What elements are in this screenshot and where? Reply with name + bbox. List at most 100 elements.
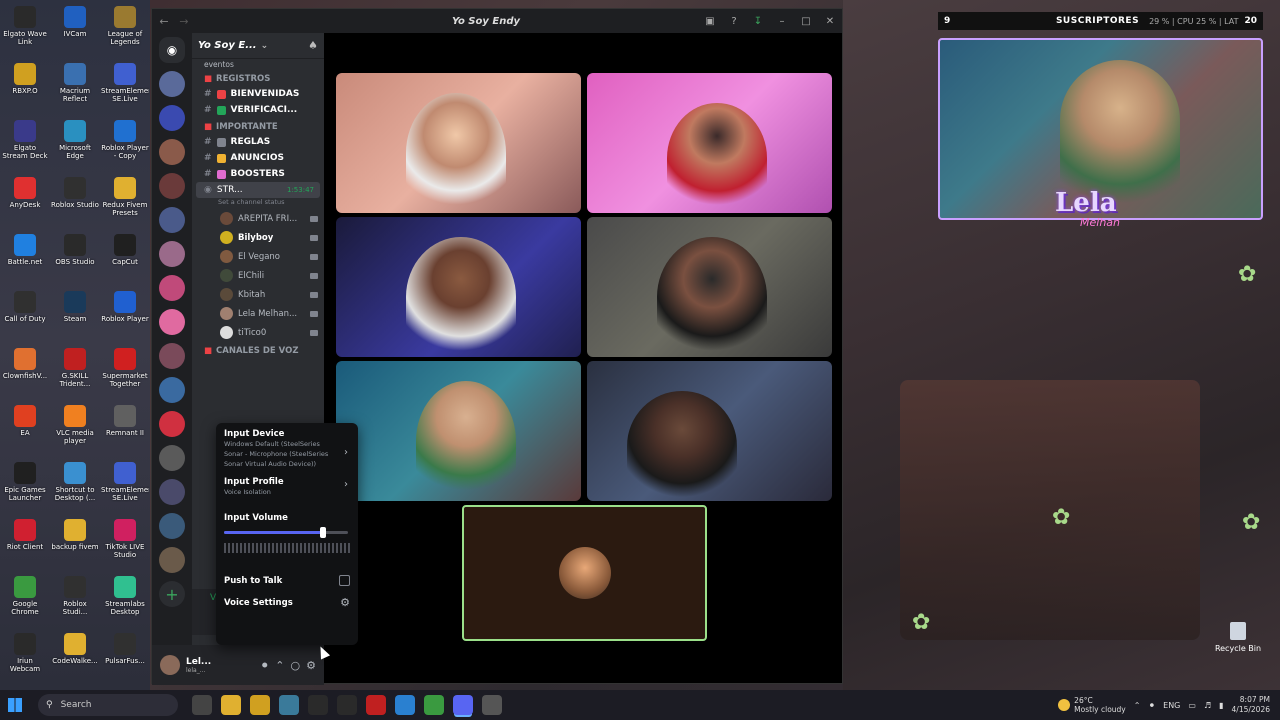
chrome-icon[interactable] xyxy=(424,695,444,715)
desktop-icon[interactable]: Steam xyxy=(50,291,100,348)
server-icon[interactable] xyxy=(159,309,185,335)
server-icon[interactable] xyxy=(159,241,185,267)
channel-item[interactable]: # REGLAS xyxy=(192,134,324,150)
taskbar-search[interactable]: ⚲ Search xyxy=(38,694,178,716)
back-arrow-icon[interactable]: ← xyxy=(152,15,176,28)
desktop-icon[interactable]: Streamlabs Desktop xyxy=(100,576,150,633)
server-icon[interactable] xyxy=(159,71,185,97)
server-icon[interactable] xyxy=(159,479,185,505)
file-explorer-icon[interactable] xyxy=(221,695,241,715)
desktop-icon[interactable]: Remnant II xyxy=(100,405,150,462)
task-view-icon[interactable] xyxy=(192,695,212,715)
desktop-icon[interactable]: Roblox Player xyxy=(100,291,150,348)
voice-settings-row[interactable]: Voice Settings ⚙ xyxy=(224,596,350,609)
start-button[interactable] xyxy=(0,690,30,720)
desktop-icon[interactable]: VLC media player xyxy=(50,405,100,462)
video-tile[interactable] xyxy=(336,361,581,501)
desktop-icon[interactable]: Battle.net xyxy=(0,234,50,291)
desktop-icon[interactable]: Shortcut to Desktop (... xyxy=(50,462,100,519)
desktop-icon[interactable]: Riot Client xyxy=(0,519,50,576)
chevron-up-icon[interactable]: ⌃ xyxy=(1134,701,1141,710)
video-tile[interactable] xyxy=(587,361,832,501)
voice-member[interactable]: tiTico0 xyxy=(192,323,324,342)
server-icon[interactable] xyxy=(159,445,185,471)
desktop-icon[interactable]: Supermarket Together xyxy=(100,348,150,405)
voice-member[interactable]: Kbitah xyxy=(192,285,324,304)
video-tile[interactable] xyxy=(587,73,832,213)
input-volume-slider[interactable] xyxy=(224,527,350,538)
category-importante[interactable]: ■ IMPORTANTE xyxy=(192,118,324,134)
channel-item-active-stage[interactable]: ◉ STR... 1:53:47 xyxy=(196,182,320,198)
category-canales-de-voz[interactable]: ■ CANALES DE VOZ xyxy=(192,342,324,358)
desktop-icon[interactable]: EA xyxy=(0,405,50,462)
desktop-icon[interactable]: ClownfishV... xyxy=(0,348,50,405)
microphone-icon[interactable]: ⚫ xyxy=(260,659,269,672)
channel-item-eventos[interactable]: eventos xyxy=(192,59,324,70)
inbox-icon[interactable]: ▣ xyxy=(698,16,722,27)
desktop-icon[interactable]: backup fivem xyxy=(50,519,100,576)
server-icon[interactable] xyxy=(159,343,185,369)
voice-member[interactable]: Bilyboy xyxy=(192,228,324,247)
server-header[interactable]: Yo Soy E... ⌄ ♠ xyxy=(192,33,324,59)
download-icon[interactable]: ↧ xyxy=(746,16,770,27)
taskbar-app-icon[interactable] xyxy=(482,695,502,715)
channel-item[interactable]: # BIENVENIDAS xyxy=(192,86,324,102)
network-icon[interactable]: ▭ xyxy=(1188,701,1196,710)
forward-arrow-icon[interactable]: → xyxy=(176,15,192,28)
close-icon[interactable]: ✕ xyxy=(818,16,842,27)
server-icon[interactable] xyxy=(159,139,185,165)
desktop-icon[interactable]: TikTok LIVE Studio xyxy=(100,519,150,576)
chevron-up-icon[interactable]: ⌃ xyxy=(275,659,284,672)
server-icon[interactable] xyxy=(159,377,185,403)
voice-member[interactable]: Lela Melhan... xyxy=(192,304,324,323)
desktop-icon[interactable]: PulsarFus... xyxy=(100,633,150,690)
channel-status[interactable]: Set a channel status xyxy=(192,198,324,209)
desktop-icon[interactable]: IVCam xyxy=(50,6,100,63)
headphones-icon[interactable]: ○ xyxy=(291,659,301,672)
desktop-icon[interactable]: Roblox Studi... xyxy=(50,576,100,633)
desktop-icon[interactable]: Google Chrome xyxy=(0,576,50,633)
taskbar-app-icon[interactable] xyxy=(308,695,328,715)
desktop-icon[interactable]: Elgato Stream Deck xyxy=(0,120,50,177)
desktop-icon[interactable]: League of Legends xyxy=(100,6,150,63)
avatar[interactable] xyxy=(160,655,180,675)
desktop-icon[interactable]: Microsoft Edge xyxy=(50,120,100,177)
video-tile[interactable] xyxy=(587,217,832,357)
speaker-icon[interactable]: ♬ xyxy=(1204,701,1211,710)
input-profile-row[interactable]: Input Profile Voice Isolation › xyxy=(224,477,350,497)
voice-member[interactable]: AREPITA FRI... xyxy=(192,209,324,228)
push-to-talk-row[interactable]: Push to Talk xyxy=(224,575,350,586)
clock[interactable]: 8:07 PM 4/15/2026 xyxy=(1232,695,1270,715)
desktop-icon[interactable]: RBXP.O xyxy=(0,63,50,120)
video-tile[interactable] xyxy=(336,73,581,213)
push-to-talk-checkbox[interactable] xyxy=(339,575,350,586)
server-icon[interactable] xyxy=(159,513,185,539)
desktop-icon[interactable]: StreamElements SE.Live xyxy=(100,63,150,120)
desktop-icon[interactable]: Roblox Studio xyxy=(50,177,100,234)
desktop-icon[interactable]: CodeWalke... xyxy=(50,633,100,690)
category-registros[interactable]: ■ REGISTROS xyxy=(192,70,324,86)
microphone-icon[interactable]: ⚫ xyxy=(1148,701,1155,710)
gear-icon[interactable]: ⚙ xyxy=(340,596,350,609)
add-server-icon[interactable]: + xyxy=(159,581,185,607)
taskbar-app-icon[interactable] xyxy=(366,695,386,715)
desktop-icon[interactable]: Call of Duty xyxy=(0,291,50,348)
desktop-icon[interactable]: Iriun Webcam xyxy=(0,633,50,690)
desktop-icon[interactable]: Macrium Reflect xyxy=(50,63,100,120)
desktop-icon[interactable]: Roblox Player - Copy xyxy=(100,120,150,177)
taskbar-app-icon[interactable] xyxy=(250,695,270,715)
voice-member[interactable]: El Vegano xyxy=(192,247,324,266)
channel-item[interactable]: # VERIFICACI... xyxy=(192,102,324,118)
input-device-row[interactable]: Input Device Windows Default (SteelSerie… xyxy=(224,429,350,469)
desktop-icon[interactable]: Redux Fivem Presets xyxy=(100,177,150,234)
recycle-bin[interactable]: Recycle Bin xyxy=(1212,622,1264,653)
slider-handle[interactable] xyxy=(320,527,327,538)
discord-home-icon[interactable]: ◉ xyxy=(159,37,185,63)
weather-widget[interactable]: 26°C Mostly cloudy xyxy=(1058,696,1126,714)
invite-icon[interactable]: ♠ xyxy=(308,39,318,52)
server-icon[interactable] xyxy=(159,275,185,301)
edge-icon[interactable] xyxy=(395,695,415,715)
server-icon[interactable] xyxy=(159,173,185,199)
server-icon[interactable] xyxy=(159,411,185,437)
channel-item[interactable]: # BOOSTERS xyxy=(192,166,324,182)
